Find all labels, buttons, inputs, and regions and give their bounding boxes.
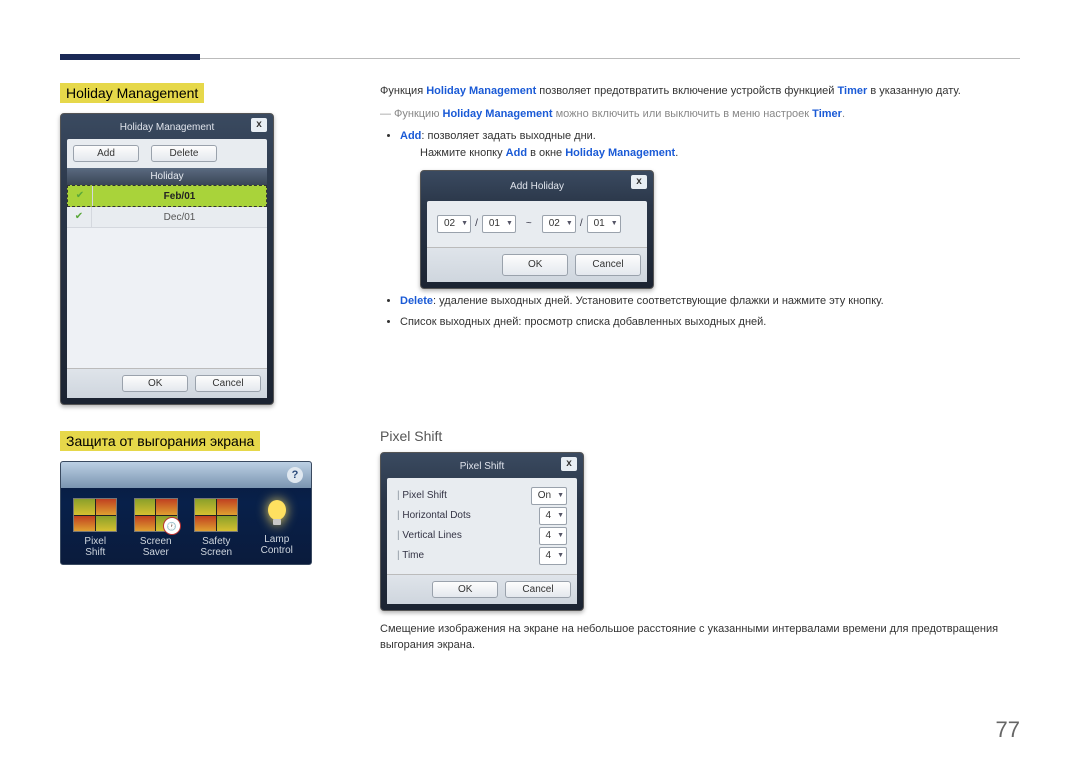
delete-button[interactable]: Delete	[151, 145, 217, 162]
intro-paragraph: Функция Holiday Management позволяет пре…	[380, 83, 1020, 100]
note-timer: Функцию Holiday Management можно включит…	[394, 108, 1020, 120]
from-month-select[interactable]: 02▼	[437, 215, 471, 233]
close-icon[interactable]: x	[251, 118, 267, 132]
check-icon[interactable]: ✔	[68, 186, 93, 206]
tool-label: Lamp Control	[253, 534, 302, 556]
ok-button[interactable]: OK	[502, 254, 568, 276]
add-button[interactable]: Add	[73, 145, 139, 162]
holiday-date: Feb/01	[93, 191, 266, 202]
ps-row-vlines: Vertical Lines 4▼	[397, 526, 567, 546]
cancel-button[interactable]: Cancel	[505, 581, 571, 598]
bullet-add-sub: Нажмите кнопку Add в окне Holiday Manage…	[420, 145, 1020, 162]
holiday-date: Dec/01	[92, 212, 267, 223]
ok-button[interactable]: OK	[122, 375, 188, 392]
tool-screen-saver[interactable]: 🕐 Screen Saver	[132, 498, 181, 558]
dialog-title: Pixel Shift	[460, 461, 504, 472]
pixel-shift-dialog: Pixel Shift x Pixel Shift On▼ Horizontal…	[380, 452, 584, 611]
ps-row-time: Time 4▼	[397, 546, 567, 566]
column-header-holiday: Holiday	[67, 168, 267, 185]
close-icon[interactable]: x	[561, 457, 577, 471]
dialog-title: Add Holiday	[510, 179, 564, 195]
tool-lamp-control[interactable]: Lamp Control	[253, 498, 302, 558]
tool-safety-screen[interactable]: Safety Screen	[192, 498, 241, 558]
bullet-delete: Delete: удаление выходных дней. Установи…	[400, 293, 1020, 311]
to-month-select[interactable]: 02▼	[542, 215, 576, 233]
section-holiday-management: Holiday Management	[60, 83, 204, 103]
time-select[interactable]: 4▼	[539, 547, 568, 565]
tool-label: Pixel Shift	[71, 536, 120, 558]
section-screen-burn-protection: Защита от выгорания экрана	[60, 431, 260, 451]
vlines-select[interactable]: 4▼	[539, 527, 568, 545]
empty-list-area	[67, 228, 267, 368]
help-icon[interactable]: ?	[287, 467, 303, 483]
add-holiday-dialog: Add Holiday x 02▼ / 01▼ ~ 02▼ / 0	[420, 170, 654, 289]
from-day-select[interactable]: 01▼	[482, 215, 516, 233]
to-day-select[interactable]: 01▼	[587, 215, 621, 233]
dialog-title: Holiday Management	[120, 122, 215, 133]
pixel-shift-description: Смещение изображения на экране на неболь…	[380, 621, 1020, 654]
tool-pixel-shift[interactable]: Pixel Shift	[71, 498, 120, 558]
bullet-list: Список выходных дней: просмотр списка до…	[400, 314, 1020, 332]
holiday-row[interactable]: ✔ Dec/01	[67, 207, 267, 228]
ps-row-pixel-shift: Pixel Shift On▼	[397, 486, 567, 506]
section-pixel-shift: Pixel Shift	[380, 428, 1020, 444]
tool-label: Screen Saver	[132, 536, 181, 558]
holiday-row[interactable]: ✔ Feb/01	[67, 185, 267, 207]
screen-protection-toolbar: ? Pixel Shift 🕐 Screen Saver	[60, 461, 312, 565]
cancel-button[interactable]: Cancel	[195, 375, 261, 392]
check-icon[interactable]: ✔	[67, 207, 92, 227]
bullet-add: Add: позволяет задать выходные дни. Нажм…	[400, 128, 1020, 289]
cancel-button[interactable]: Cancel	[575, 254, 641, 276]
tool-label: Safety Screen	[192, 536, 241, 558]
close-icon[interactable]: x	[631, 175, 647, 189]
holiday-management-dialog: Holiday Management x Add Delete Holiday …	[60, 113, 274, 405]
ok-button[interactable]: OK	[432, 581, 498, 598]
ps-row-hdots: Horizontal Dots 4▼	[397, 506, 567, 526]
pixel-shift-select[interactable]: On▼	[531, 487, 567, 505]
bulb-icon	[256, 498, 298, 530]
page-header-rule	[60, 40, 1020, 59]
hdots-select[interactable]: 4▼	[539, 507, 568, 525]
page-number: 77	[996, 717, 1020, 743]
